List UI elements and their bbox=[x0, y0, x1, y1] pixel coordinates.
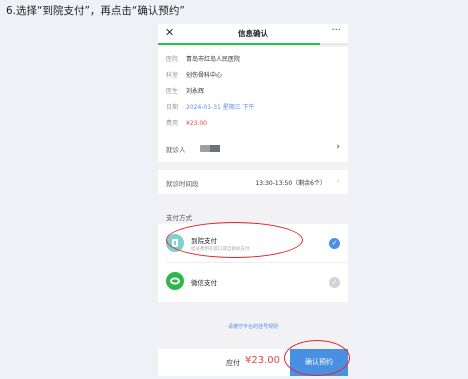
radio-checked-icon[interactable]: ✓ bbox=[329, 238, 340, 249]
radio-unchecked-icon[interactable]: ✓ bbox=[329, 277, 340, 288]
time-slot-selector[interactable]: 就诊时间段 13:30-13:50（剩余6个） › bbox=[158, 170, 348, 194]
info-value: ¥23.00 bbox=[186, 120, 207, 127]
payment-option-name: 微信支付 bbox=[191, 279, 217, 287]
patient-label: 就诊人 bbox=[166, 146, 186, 154]
chevron-right-icon: › bbox=[336, 142, 340, 152]
info-label: 医生 bbox=[166, 88, 179, 95]
amount-due-label: 应付 bbox=[226, 359, 240, 367]
more-icon[interactable]: ··· bbox=[331, 25, 341, 36]
info-label: 医院 bbox=[166, 56, 179, 63]
info-row-date: 日期 2024-01-31 星期三 下午 bbox=[166, 102, 255, 111]
annotation-ellipse bbox=[166, 222, 303, 258]
page-title: 信息确认 bbox=[238, 29, 268, 38]
info-row-department: 科室 创伤骨科中心 bbox=[166, 70, 222, 79]
patient-selector[interactable]: 就诊人 › bbox=[158, 134, 348, 162]
phone-screen: ✕ 信息确认 ··· 医院 青岛市红岛人民医院 科室 创伤骨科中心 医生 刘永辉 日期… bbox=[158, 24, 348, 376]
payment-option-wechat[interactable]: 微信支付 ✓ bbox=[158, 263, 348, 301]
info-row-fee: 费用 ¥23.00 bbox=[166, 118, 207, 127]
info-value: 创伤骨科中心 bbox=[186, 72, 223, 79]
payment-title: 支付方式 bbox=[166, 214, 192, 222]
info-label: 日期 bbox=[166, 104, 179, 111]
progress-fill bbox=[158, 43, 320, 45]
annotation-ellipse bbox=[284, 340, 350, 376]
info-label: 费用 bbox=[166, 120, 179, 127]
top-bar: ✕ 信息确认 ··· bbox=[158, 24, 348, 44]
info-row-doctor: 医生 刘永辉 bbox=[166, 86, 204, 95]
info-row-hospital: 医院 青岛市红岛人民医院 bbox=[166, 54, 240, 63]
progress-bar bbox=[158, 43, 348, 45]
appointment-info-card: 医院 青岛市红岛人民医院 科室 创伤骨科中心 医生 刘永辉 日期 2024-01-31 … bbox=[158, 47, 348, 143]
time-slot-label: 就诊时间段 bbox=[166, 180, 199, 188]
booking-rules-link[interactable]: 请遵守平台的挂号规则 bbox=[158, 323, 348, 330]
instruction-caption: 6.选择“到院支付”，再点击“确认预约” bbox=[6, 5, 185, 17]
amount-due-value: ¥23.00 bbox=[245, 355, 280, 366]
info-value: 青岛市红岛人民医院 bbox=[186, 56, 241, 63]
patient-name-redacted bbox=[210, 145, 220, 152]
wechat-pay-icon bbox=[166, 272, 184, 290]
info-value: 2024-01-31 星期三 下午 bbox=[186, 104, 255, 111]
chevron-right-icon: › bbox=[336, 176, 340, 185]
time-slot-value: 13:30-13:50（剩余6个） bbox=[255, 180, 326, 187]
info-value: 刘永辉 bbox=[186, 88, 205, 95]
info-label: 科室 bbox=[166, 72, 179, 79]
